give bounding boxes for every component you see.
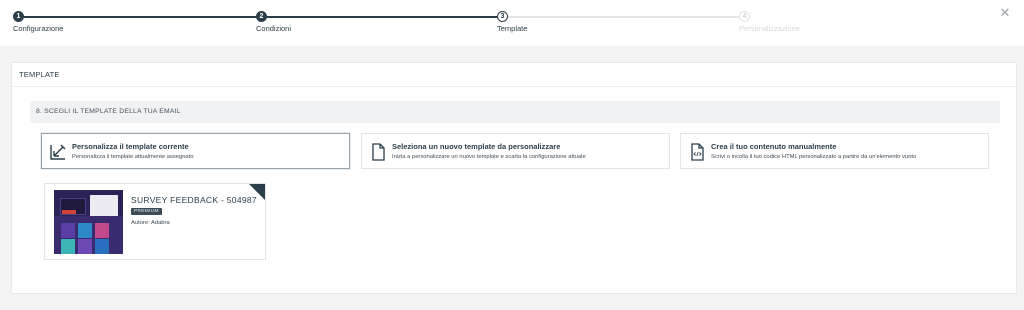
- step-label: Personalizzazione: [739, 24, 800, 33]
- edit-arrow-icon: [50, 144, 66, 160]
- step-configurazione[interactable]: 1 Configurazione: [13, 11, 63, 33]
- template-card[interactable]: SURVEY FEEDBACK - 504987 PREMIUM Autore:…: [44, 183, 266, 260]
- stepper-line-pending: [502, 16, 744, 18]
- step-template[interactable]: 3 Template: [497, 11, 527, 33]
- option-description: Inizia a personalizzare un nuovo templat…: [392, 154, 586, 160]
- step-number: 4: [739, 11, 750, 22]
- option-description: Scrivi o incolla il tuo codice HTML pers…: [711, 154, 917, 160]
- template-thumbnail: [54, 190, 123, 254]
- option-select-new-template[interactable]: Seleziona un nuovo template da personali…: [361, 133, 670, 169]
- premium-badge: PREMIUM: [131, 208, 162, 215]
- option-title: Seleziona un nuovo template da personali…: [392, 142, 561, 151]
- step-number: 2: [256, 11, 267, 22]
- stepper-line-completed: [261, 16, 502, 18]
- option-description: Personalizza il template attualmente ass…: [72, 154, 194, 160]
- template-title: SURVEY FEEDBACK - 504987: [131, 195, 257, 205]
- code-document-icon: [691, 143, 704, 161]
- step-label: Template: [497, 24, 528, 33]
- option-customize-current[interactable]: Personalizza il template corrente Person…: [41, 133, 350, 169]
- step-number: 1: [13, 11, 24, 22]
- section-title: 8. SCEGLI IL TEMPLATE DELLA TUA EMAIL: [30, 101, 1000, 123]
- step-label: Configurazione: [13, 24, 64, 33]
- step-condizioni[interactable]: 2 Condizioni: [256, 11, 291, 33]
- blank-document-icon: [372, 143, 385, 161]
- step-number: 3: [497, 11, 508, 22]
- panel-header: TEMPLATE: [12, 63, 1016, 87]
- option-title: Personalizza il template corrente: [72, 142, 189, 151]
- stepper-line-completed: [17, 16, 261, 18]
- progress-stepper: 1 Configurazione 2 Condizioni 3 Template…: [0, 0, 1024, 46]
- template-panel: TEMPLATE 8. SCEGLI IL TEMPLATE DELLA TUA…: [11, 62, 1017, 294]
- option-create-manually[interactable]: Crea il tuo contenuto manualmente Scrivi…: [680, 133, 989, 169]
- close-icon[interactable]: ✕: [998, 6, 1012, 20]
- step-personalizzazione: 4 Personalizzazione: [739, 11, 800, 33]
- template-author: Autore: Adabra: [131, 220, 170, 226]
- step-label: Condizioni: [256, 24, 292, 33]
- option-title: Crea il tuo contenuto manualmente: [711, 142, 837, 151]
